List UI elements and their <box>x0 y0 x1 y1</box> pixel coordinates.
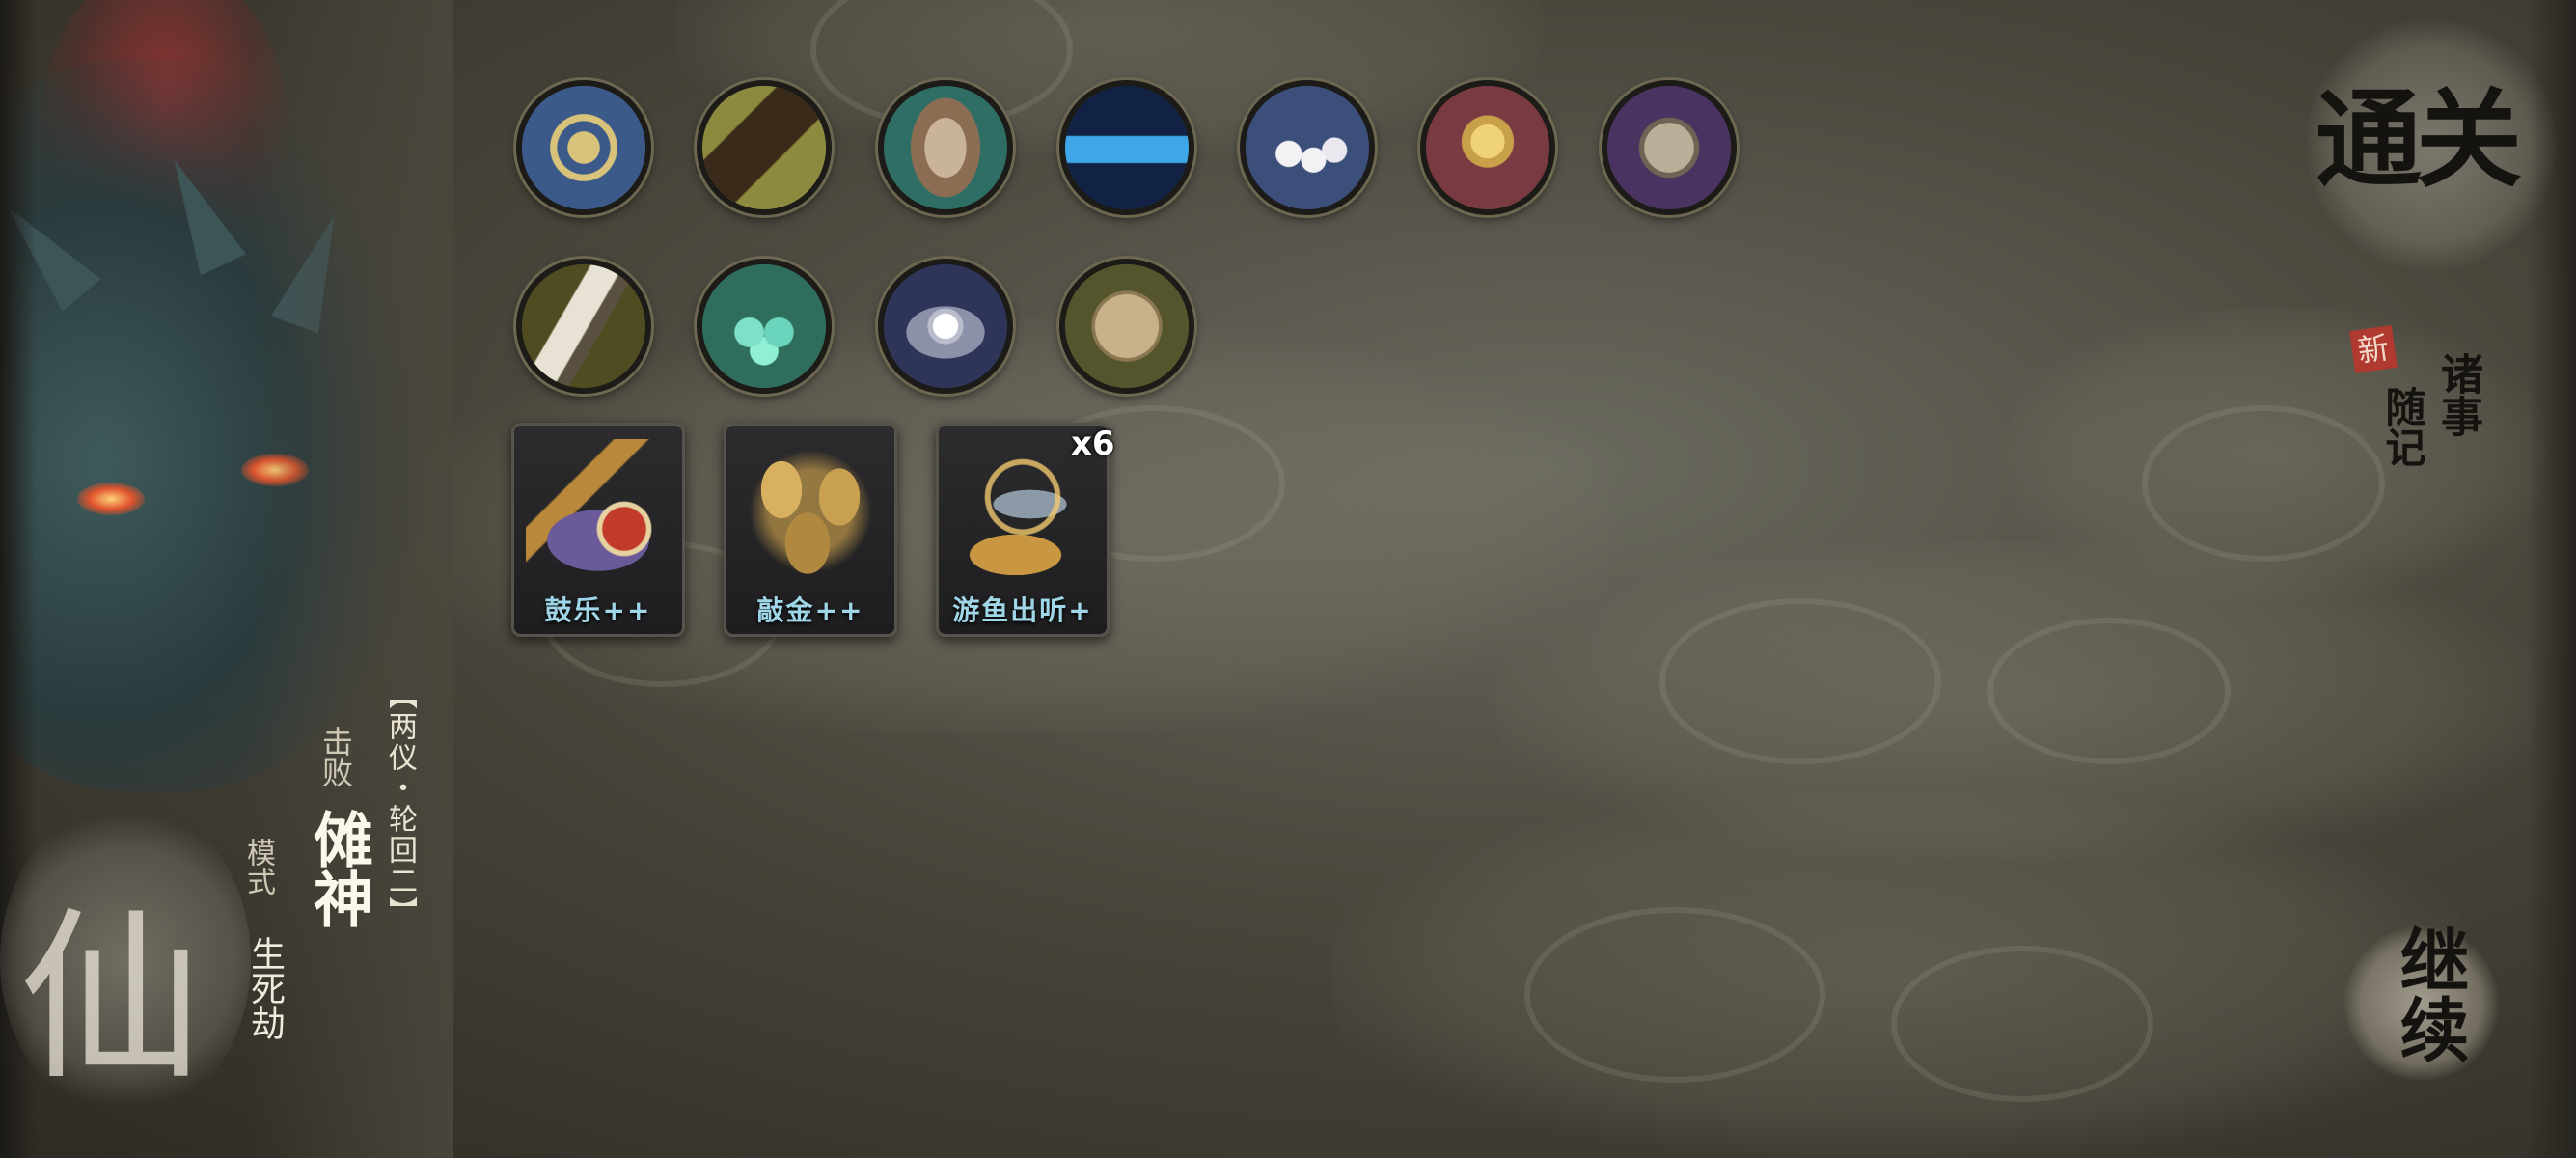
beast-mask-relic-icon[interactable] <box>1602 80 1737 215</box>
swirl-decoration <box>1987 618 2231 764</box>
golden-flower-relic-icon[interactable] <box>1420 80 1555 215</box>
guqin-relic-icon[interactable] <box>697 80 832 215</box>
skill-card-label: 鼓乐++ <box>544 594 652 626</box>
new-badge: 新 <box>2349 325 2398 373</box>
notes-label: 随记 <box>2379 386 2426 467</box>
skill-card-label: 敲金++ <box>756 594 864 626</box>
horn-relic-icon[interactable] <box>516 259 651 394</box>
mode-name: 生死劫 <box>245 936 285 1040</box>
difficulty-bracket: 【两仪・轮回二】 <box>383 680 417 927</box>
immortal-seal-char: 仙 <box>19 892 204 1105</box>
clearance-title: 通关 <box>2316 77 2522 202</box>
continue-button[interactable]: 继续 <box>2325 907 2518 1100</box>
blue-bead-necklace-relic-icon[interactable] <box>1059 80 1194 215</box>
skill-card-label: 游鱼出听+ <box>952 594 1093 626</box>
pearl-shell-relic-icon[interactable] <box>878 259 1013 394</box>
stack-count: x6 <box>1071 425 1115 463</box>
cloud-decoration <box>1495 540 2537 859</box>
mode-label: 模式 <box>241 838 275 896</box>
pearls-relic-icon[interactable] <box>1240 80 1375 215</box>
boss-name: 傩神 <box>303 809 373 928</box>
bronze-coin-relic-icon[interactable] <box>1059 259 1194 394</box>
cloud-decoration <box>1331 791 2470 1158</box>
defeat-label: 击败 <box>317 726 354 787</box>
swirl-decoration <box>1659 598 1941 764</box>
triskelion-relic-icon[interactable] <box>516 80 651 215</box>
swirl-decoration <box>1524 907 1825 1083</box>
bronze-bells-card-icon <box>738 439 883 584</box>
swirl-decoration <box>1891 946 2153 1102</box>
amber-stone-relic-icon[interactable] <box>878 80 1013 215</box>
continue-label: 继续 <box>2388 924 2470 1063</box>
events-label: 诸事 <box>2433 352 2482 437</box>
skill-card-drum-music[interactable]: 鼓乐++ <box>511 423 685 637</box>
notes-button[interactable]: 新 随记 诸事 <box>2344 318 2508 502</box>
jade-stones-relic-icon[interactable] <box>697 259 832 394</box>
drum-music-card-icon <box>526 439 671 584</box>
skill-card-bronze-bells[interactable]: 敲金++ <box>724 423 897 637</box>
